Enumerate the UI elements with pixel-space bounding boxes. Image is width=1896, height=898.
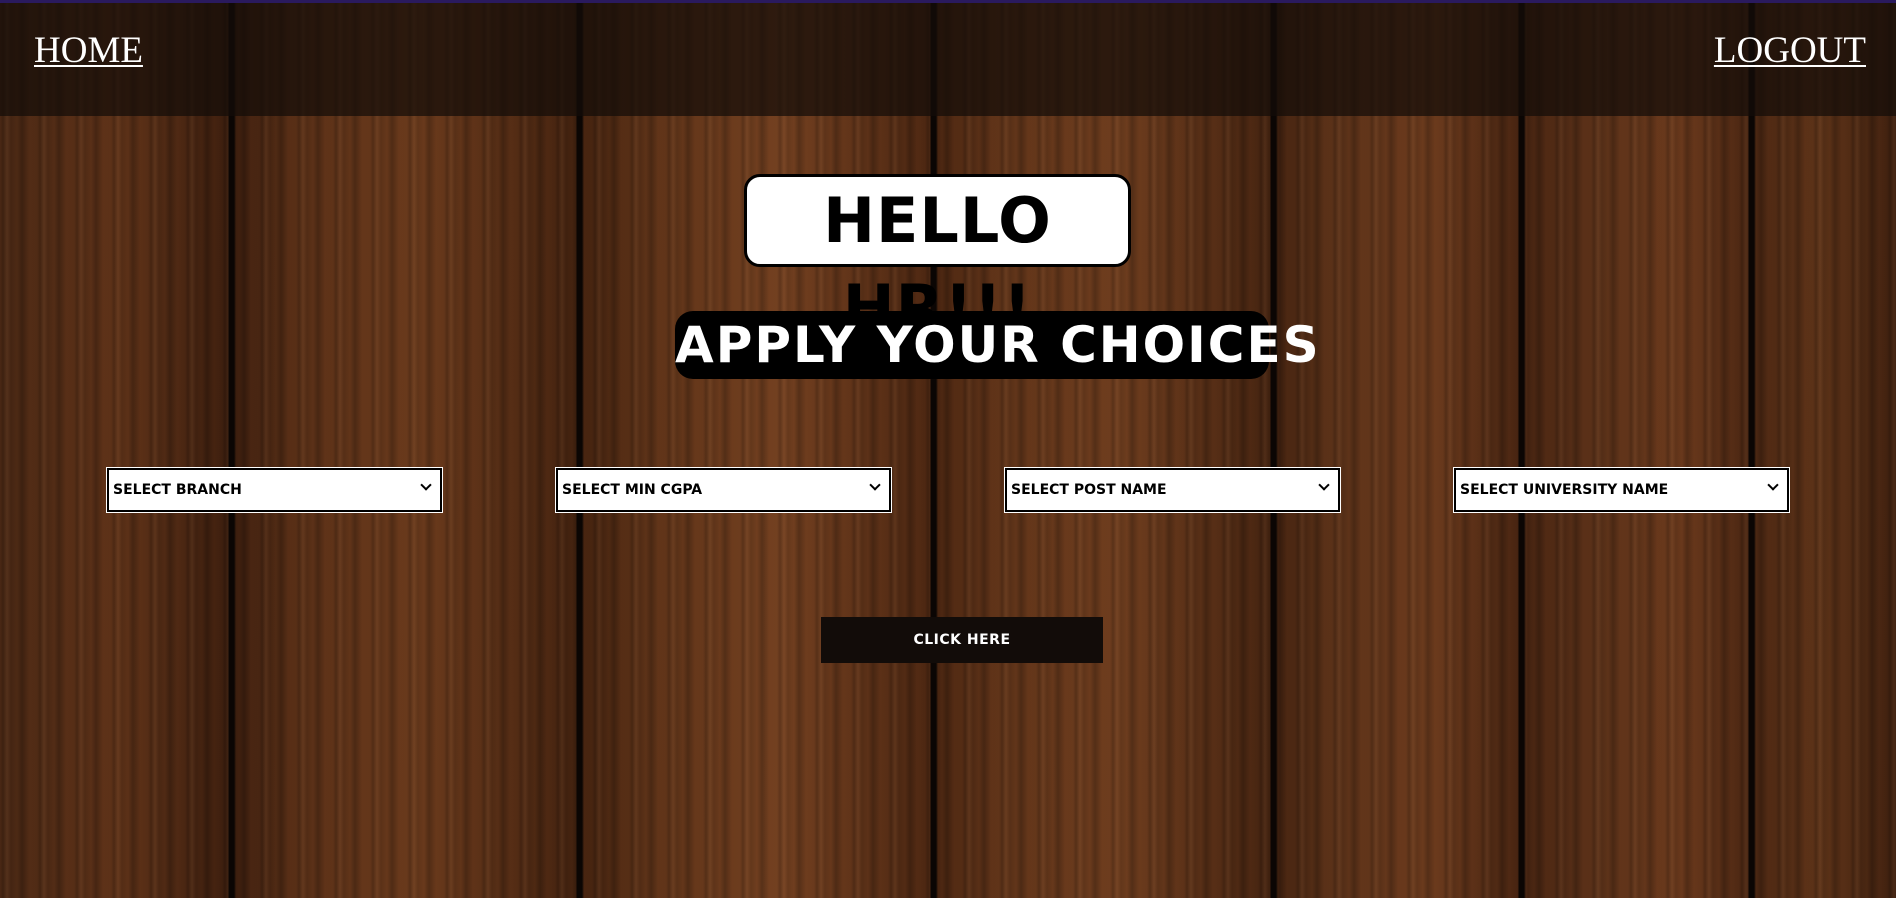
logout-link[interactable]: LOGOUT [1714, 29, 1866, 72]
chevron-down-icon [1318, 479, 1330, 491]
min-cgpa-select-value: SELECT MIN CGPA [562, 482, 703, 498]
chevron-down-icon [420, 479, 432, 491]
min-cgpa-select[interactable]: SELECT MIN CGPA [555, 467, 892, 513]
navbar: HOME LOGOUT [0, 3, 1896, 116]
post-name-select[interactable]: SELECT POST NAME [1004, 467, 1341, 513]
post-name-select-value: SELECT POST NAME [1011, 482, 1167, 498]
branch-select[interactable]: SELECT BRANCH [106, 467, 443, 513]
university-name-select[interactable]: SELECT UNIVERSITY NAME [1453, 467, 1790, 513]
chevron-down-icon [869, 479, 881, 491]
page-title: APPLY YOUR CHOICES [675, 311, 1321, 379]
page-title-text: APPLY YOUR CHOICES [675, 316, 1321, 374]
chevron-down-icon [1767, 479, 1779, 491]
greeting-banner: HELLO HR!!! [744, 174, 1131, 344]
submit-button[interactable]: CLICK HERE [821, 617, 1103, 663]
branch-select-value: SELECT BRANCH [113, 482, 242, 498]
university-name-select-value: SELECT UNIVERSITY NAME [1460, 482, 1669, 498]
home-link[interactable]: HOME [34, 29, 143, 72]
